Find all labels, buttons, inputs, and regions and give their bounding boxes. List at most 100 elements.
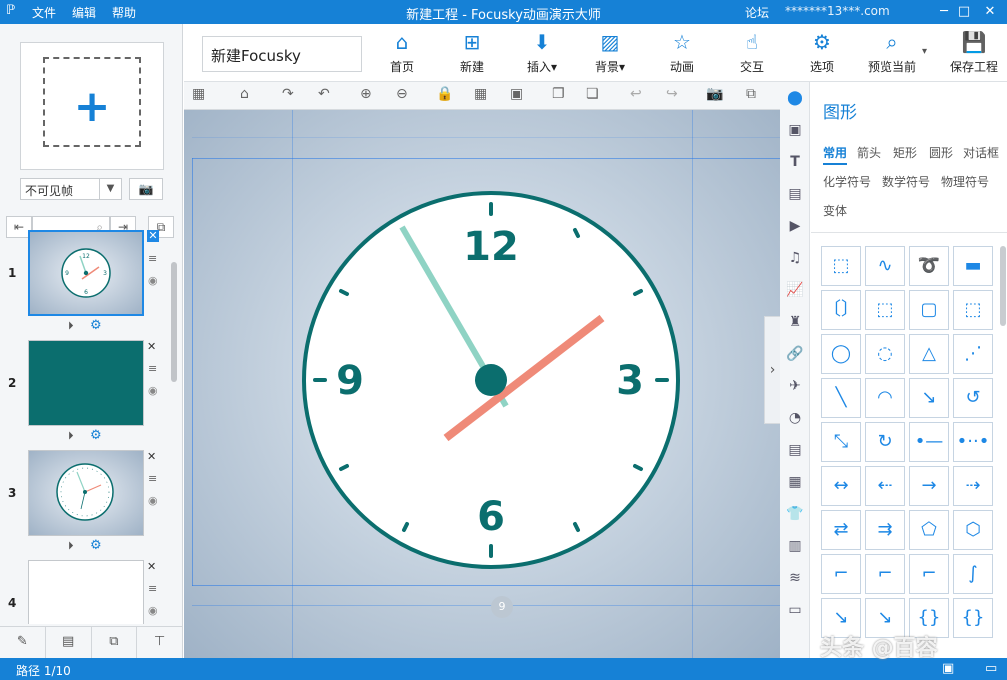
chart-category-icon[interactable]: 📈 (786, 282, 804, 300)
shape-cell[interactable]: ▢ (909, 290, 949, 330)
delete-slide-icon[interactable]: ✕ (147, 340, 156, 353)
link-category-icon[interactable]: 🔗 (786, 346, 804, 364)
slide-menu-icon[interactable]: ≡ (148, 582, 157, 595)
shape-cell[interactable]: ╲ (821, 378, 861, 418)
airplane-category-icon[interactable]: ✈ (786, 378, 804, 396)
shape-cell[interactable]: ↘ (909, 378, 949, 418)
options-button[interactable]: ⚙ 选项 (794, 30, 850, 78)
gear-icon[interactable]: ⚙ (90, 318, 102, 333)
home-view-icon[interactable]: ⌂ (240, 86, 249, 102)
collapse-panel-icon[interactable]: › (764, 316, 780, 424)
shape-cell[interactable]: ➰ (909, 246, 949, 286)
interaction-button[interactable]: ☝ 交互 (724, 30, 780, 78)
delete-slide-icon[interactable]: ✕ (147, 450, 156, 463)
shape-cell[interactable]: ∫ (953, 554, 993, 594)
tab-common[interactable]: 常用 (823, 144, 848, 165)
fullscreen-icon[interactable]: ▭ (985, 661, 997, 676)
save-project-button[interactable]: 💾 保存工程 (944, 30, 1004, 78)
shape-cell[interactable]: {} (953, 598, 993, 638)
shape-cell[interactable]: ⇉ (865, 510, 905, 550)
video-category-icon[interactable]: ▶ (786, 218, 804, 236)
shape-cell[interactable]: ↺ (953, 378, 993, 418)
shape-cell[interactable]: ⇄ (821, 510, 861, 550)
shape-cell[interactable]: → (909, 466, 949, 506)
move-top-icon[interactable]: ⊤ (137, 627, 183, 658)
shape-cell[interactable]: 〔〕 (821, 290, 861, 330)
tab-circle[interactable]: 圆形 (929, 144, 953, 161)
new-button[interactable]: ⊞ 新建 (444, 30, 500, 78)
project-name-input[interactable]: 新建Focusky (202, 36, 362, 72)
table-category-icon[interactable]: ▥ (786, 538, 804, 556)
minimize-button[interactable]: ─ (934, 2, 954, 22)
rotate-left-icon[interactable]: ↶ (318, 86, 330, 102)
zoom-in-icon[interactable]: ⊕ (360, 86, 372, 102)
shape-cell[interactable]: ∿ (865, 246, 905, 286)
delete-slide-icon[interactable]: ✕ (147, 230, 159, 242)
slide-menu-icon[interactable]: ≡ (148, 252, 157, 265)
frame-number-badge[interactable]: 9 (491, 596, 513, 618)
slide-preview[interactable] (28, 450, 144, 536)
shape-cell[interactable]: ⌐ (865, 554, 905, 594)
tab-dialog[interactable]: 对话框 (963, 144, 999, 161)
snapshot-grid-icon[interactable]: ▣ (510, 86, 523, 102)
shape-cell[interactable]: ⬚ (865, 290, 905, 330)
gear-icon[interactable]: ⚙ (90, 538, 102, 553)
shape-cell[interactable]: ⇢ (953, 466, 993, 506)
slide-preview[interactable]: 12 3 6 9 (28, 230, 144, 316)
close-button[interactable]: ✕ (980, 2, 1000, 22)
slide-menu-icon[interactable]: ≡ (148, 472, 157, 485)
lock-icon[interactable]: 🔒 (436, 86, 453, 102)
delete-slide-icon[interactable]: ✕ (147, 560, 156, 573)
tab-arrow[interactable]: 箭头 (857, 144, 881, 161)
background-button[interactable]: ▨ 背景▾ (582, 30, 638, 78)
play-icon[interactable]: ⏵ (68, 319, 74, 333)
tab-variant[interactable]: 变体 (823, 202, 847, 219)
copy-icon[interactable]: ❐ (552, 86, 565, 102)
preview-current-button[interactable]: ⌕ 预览当前 (864, 30, 920, 78)
menu-help[interactable]: 帮助 (112, 4, 136, 21)
menu-file[interactable]: 文件 (32, 4, 56, 21)
slide-notes-icon[interactable]: ▤ (46, 627, 92, 658)
tab-physics[interactable]: 物理符号 (941, 173, 989, 190)
play-icon[interactable]: ⏵ (68, 429, 74, 443)
shape-cell[interactable]: ⋰ (953, 334, 993, 374)
rotate-right-icon[interactable]: ↷ (282, 86, 294, 102)
play-icon[interactable]: ⏵ (68, 539, 74, 553)
home-button[interactable]: ⌂ 首页 (374, 30, 430, 78)
frame-type-select[interactable]: 不可见帧 ▼ (20, 178, 122, 200)
slide-menu-icon[interactable]: ≡ (148, 362, 157, 375)
shape-cell[interactable]: ⇠ (865, 466, 905, 506)
slide-thumbnail-1[interactable]: 1 12 3 6 9 ✕ ≡ ◉ ⏵ ⚙ (0, 222, 180, 333)
layout-category-icon[interactable]: ▤ (786, 186, 804, 204)
shape-cell[interactable]: ↻ (865, 422, 905, 462)
clock-graphic[interactable]: 12 3 6 9 (184, 110, 780, 658)
editing-canvas[interactable]: 12 3 6 9 9 (184, 110, 780, 658)
shape-cell[interactable]: ▬ (953, 246, 993, 286)
visibility-eye-icon[interactable]: ◉ (148, 274, 158, 287)
visibility-eye-icon[interactable]: ◉ (148, 384, 158, 397)
slide-list-scrollbar[interactable] (170, 248, 178, 642)
shape-cell[interactable]: ⬚ (953, 290, 993, 330)
zoom-out-icon[interactable]: ⊖ (396, 86, 408, 102)
shape-cell[interactable]: •··• (953, 422, 993, 462)
visibility-eye-icon[interactable]: ◉ (148, 604, 158, 617)
music-category-icon[interactable]: ♫ (786, 250, 804, 268)
preview-dropdown-icon[interactable]: ▾ (922, 46, 927, 57)
shapes-category-icon[interactable]: ⬤ (786, 90, 804, 108)
chevron-down-icon[interactable]: ▼ (99, 179, 121, 199)
ruler-icon[interactable]: ▦ (192, 86, 205, 102)
insert-button[interactable]: ⬇ 插入▾ (514, 30, 570, 78)
redo-icon[interactable]: ↪ (666, 86, 678, 102)
shape-cell[interactable]: ◌ (865, 334, 905, 374)
shape-cell[interactable]: ⬡ (953, 510, 993, 550)
tab-math[interactable]: 数学符号 (882, 173, 930, 190)
add-frame-button[interactable]: + (20, 42, 164, 170)
slide-thumbnail-2[interactable]: 2 ✕ ≡ ◉ ⏵ ⚙ (0, 332, 180, 443)
duplicate-slide-icon[interactable]: ⧉ (92, 627, 138, 658)
shape-cell[interactable]: ⌐ (821, 554, 861, 594)
animation-button[interactable]: ☆ 动画 (654, 30, 710, 78)
paste-icon[interactable]: ❏ (586, 86, 599, 102)
grid-icon[interactable]: ▦ (474, 86, 487, 102)
shape-cell[interactable]: ◯ (821, 334, 861, 374)
shape-cell[interactable]: ⌐ (909, 554, 949, 594)
